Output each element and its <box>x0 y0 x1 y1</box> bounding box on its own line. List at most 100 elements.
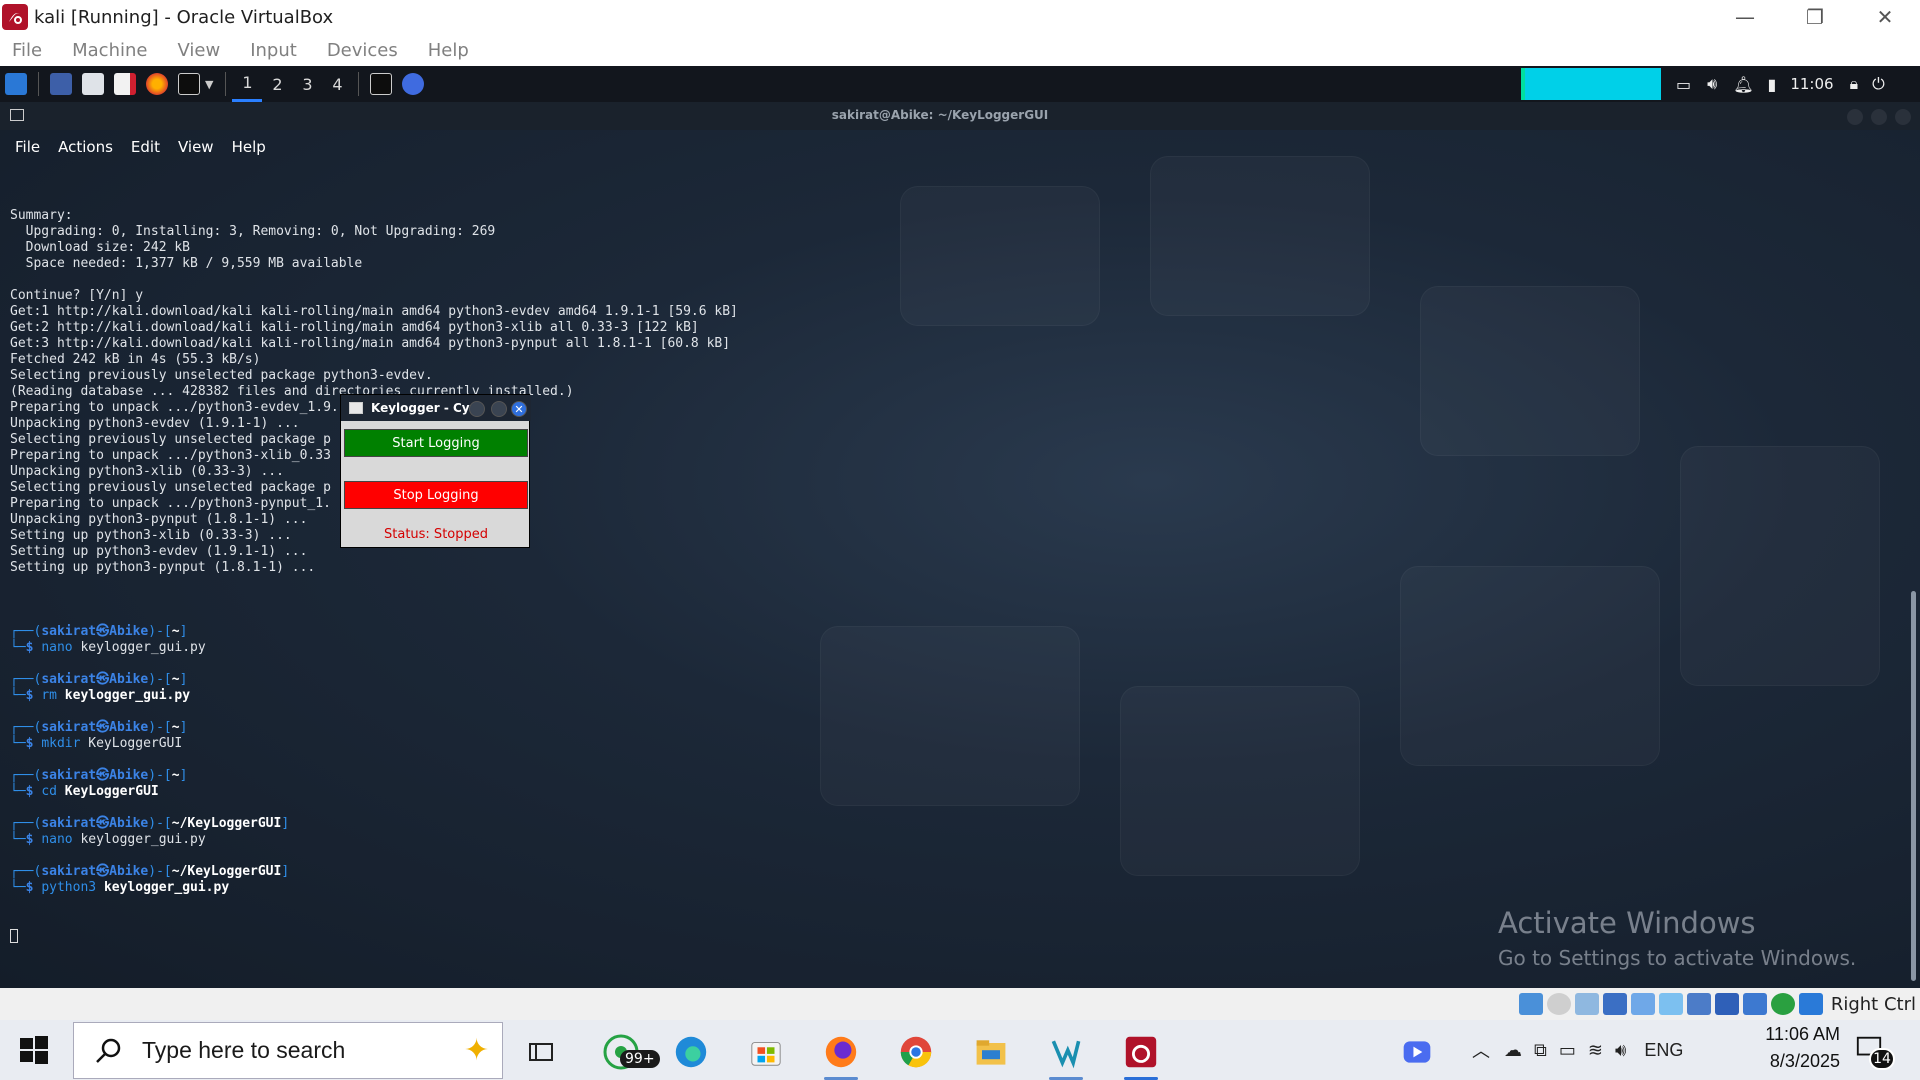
file-explorer-icon[interactable] <box>966 1028 1016 1076</box>
chevron-up-icon[interactable]: ︿ <box>1472 1037 1490 1063</box>
panel-clock[interactable]: 11:06 <box>1790 75 1833 93</box>
clock-date: 8/3/2025 <box>1769 1051 1840 1071</box>
menu-file[interactable]: File <box>12 40 42 61</box>
bell-icon[interactable]: 🔔︎ <box>1733 75 1753 94</box>
watermark-title: Activate Windows <box>1498 906 1756 940</box>
command-arg: keylogger_gui.py <box>80 640 206 655</box>
menu-view[interactable]: View <box>177 40 220 61</box>
workspace-4[interactable]: 4 <box>322 66 352 102</box>
text-editor-icon[interactable] <box>114 73 136 95</box>
hard-disk-icon[interactable] <box>1518 993 1543 1015</box>
volume-icon[interactable]: 🔊︎ <box>1615 1040 1626 1061</box>
output-line: Upgrading: 0, Installing: 3, Removing: 0… <box>10 224 496 239</box>
output-line: Summary: <box>10 208 73 223</box>
optical-drive-icon[interactable] <box>1546 993 1571 1015</box>
battery-icon[interactable]: ▭ <box>1559 1040 1576 1061</box>
menu-devices[interactable]: Devices <box>327 40 398 61</box>
sparkle-icon: ✦ <box>464 1033 490 1068</box>
minimize-dot[interactable] <box>1847 109 1863 125</box>
vscode-like-icon[interactable] <box>1041 1028 1091 1080</box>
term-menu-help[interactable]: Help <box>232 138 266 156</box>
minimize-button[interactable]: — <box>1710 0 1780 34</box>
volume-icon[interactable]: 🔊︎ <box>1707 74 1717 94</box>
kali-top-panel: ▼ 1 2 3 4 ▭ 🔊︎ 🔔︎ ▮ 11:06 🔒︎ ⏻ <box>0 66 1920 102</box>
file-manager-icon[interactable] <box>82 73 104 95</box>
microsoft-store-icon[interactable] <box>741 1028 791 1076</box>
terminal-icon[interactable] <box>178 73 200 95</box>
command-arg: keylogger_gui.py <box>64 688 191 703</box>
kali-menu-icon[interactable] <box>5 73 27 95</box>
stop-logging-button[interactable]: Stop Logging <box>344 481 528 509</box>
recording-icon[interactable] <box>1714 993 1739 1015</box>
prompt-dir: ~/KeyLoggerGUI <box>171 816 282 831</box>
wifi-icon[interactable]: ≋ <box>1588 1040 1603 1061</box>
chrome-icon[interactable] <box>891 1028 941 1076</box>
whatsapp-icon[interactable]: 99+ <box>596 1028 660 1076</box>
command-line: └─$ nano keylogger_gui.py <box>10 832 206 847</box>
chevron-down-icon[interactable]: ▼ <box>205 78 213 91</box>
power-icon[interactable]: ⏻ <box>1872 74 1885 94</box>
maximize-dot[interactable] <box>491 401 507 417</box>
taskbar-clock[interactable]: 11:06 AM 8/3/2025 <box>1730 1024 1840 1072</box>
menu-machine[interactable]: Machine <box>72 40 147 61</box>
meet-now-icon[interactable]: ⧉ <box>1534 1040 1547 1061</box>
terminal-menubar: File Actions Edit View Help <box>0 130 1920 164</box>
terminal-task-icon[interactable] <box>370 73 393 95</box>
mouse-integration-icon[interactable] <box>1798 993 1823 1015</box>
cpu-icon[interactable] <box>1742 993 1767 1015</box>
taskbar-search[interactable]: Type here to search ✦ <box>73 1022 503 1079</box>
command-line: └─$ nano keylogger_gui.py <box>10 640 206 655</box>
command-name: nano <box>41 832 73 847</box>
language-indicator[interactable]: ENG <box>1644 1040 1683 1061</box>
close-button[interactable]: ✕ <box>1850 0 1920 34</box>
restore-button[interactable]: ❐ <box>1780 0 1850 34</box>
output-line: Selecting previously unselected package … <box>10 480 331 495</box>
display-icon[interactable] <box>1686 993 1711 1015</box>
start-logging-button[interactable]: Start Logging <box>344 429 528 457</box>
prompt-user: sakirat <box>41 720 97 735</box>
display-icon[interactable]: ▭ <box>1676 75 1691 94</box>
terminal-scrollbar[interactable] <box>1911 591 1916 981</box>
guest-additions-icon[interactable] <box>1770 993 1795 1015</box>
windows-start-button[interactable] <box>18 1034 50 1066</box>
term-menu-edit[interactable]: Edit <box>131 138 160 156</box>
prompt-user: sakirat <box>41 768 97 783</box>
task-view-icon[interactable] <box>516 1028 566 1076</box>
keylogger-titlebar[interactable]: Keylogger - Cy ✕ <box>341 395 531 421</box>
prompt-line: ┌──(sakirat㉿Abike)-[~/KeyLoggerGUI] <box>10 816 290 831</box>
app-task-icon[interactable] <box>402 73 425 95</box>
virtualbox-taskbar-icon[interactable] <box>1116 1028 1166 1080</box>
menu-input[interactable]: Input <box>250 40 297 61</box>
edge-icon[interactable] <box>666 1028 716 1076</box>
onedrive-icon[interactable]: ☁ <box>1504 1040 1522 1061</box>
firefox-icon[interactable] <box>146 73 168 95</box>
close-icon[interactable]: ✕ <box>511 401 527 417</box>
keylogger-title: Keylogger - Cy <box>371 401 470 415</box>
menu-help[interactable]: Help <box>428 40 469 61</box>
usb-icon[interactable] <box>1630 993 1655 1015</box>
workspace-2[interactable]: 2 <box>262 66 292 102</box>
terminal-output[interactable]: Summary: Upgrading: 0, Installing: 3, Re… <box>10 176 1910 976</box>
zoom-icon[interactable] <box>1392 1028 1442 1076</box>
close-dot[interactable] <box>1895 109 1911 125</box>
term-menu-view[interactable]: View <box>178 138 214 156</box>
maximize-dot[interactable] <box>1871 109 1887 125</box>
desktop-icon[interactable] <box>50 73 72 95</box>
shared-folders-icon[interactable] <box>1658 993 1683 1015</box>
workspace-3[interactable]: 3 <box>292 66 322 102</box>
lock-icon[interactable]: 🔒︎ <box>1850 74 1859 94</box>
notification-center-icon[interactable]: 14 <box>1855 1034 1895 1070</box>
minimize-dot[interactable] <box>469 401 485 417</box>
term-menu-file[interactable]: File <box>15 138 40 156</box>
firefox-icon[interactable] <box>816 1028 866 1080</box>
prompt-user: sakirat <box>41 624 97 639</box>
workspace-1[interactable]: 1 <box>232 66 263 102</box>
network-icon[interactable] <box>1602 993 1627 1015</box>
term-menu-actions[interactable]: Actions <box>58 138 113 156</box>
command-line: └─$ python3 keylogger_gui.py <box>10 880 230 895</box>
host-key-label[interactable]: Right Ctrl <box>1831 994 1916 1015</box>
prompt-host: Abike <box>109 816 149 831</box>
audio-icon[interactable] <box>1574 993 1599 1015</box>
